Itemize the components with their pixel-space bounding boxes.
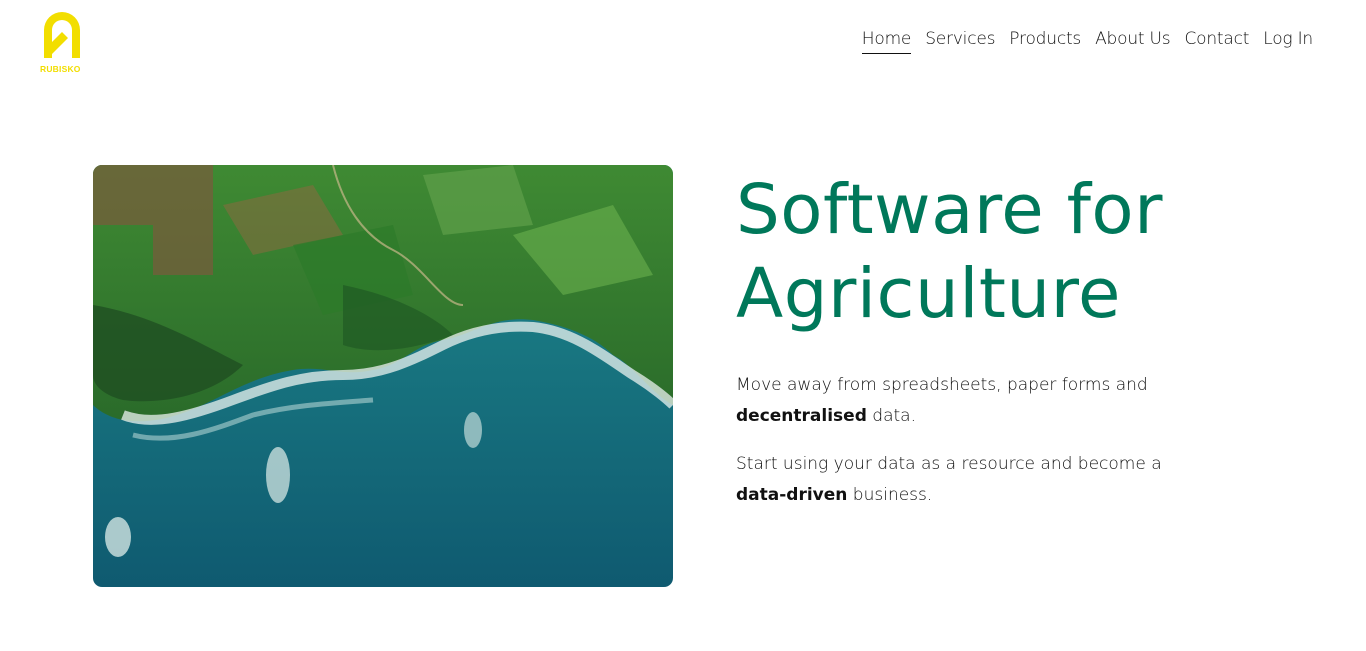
nav-products[interactable]: Products [1009, 29, 1081, 54]
nav-home[interactable]: Home [861, 29, 911, 54]
para2-text: Start using your data as a resource and … [736, 454, 1162, 474]
para1-tail: data. [872, 406, 916, 426]
rubisko-logo[interactable]: RUBISKO [38, 8, 88, 76]
para1-bold: decentralised [736, 406, 867, 426]
nav-contact[interactable]: Contact [1184, 29, 1249, 54]
nav-about-us[interactable]: About Us [1095, 29, 1171, 54]
nav-log-in[interactable]: Log In [1263, 29, 1313, 54]
hero-description: Move away from spreadsheets, paper forms… [736, 370, 1206, 528]
main-navigation: Home Services Products About Us Contact … [861, 29, 1313, 54]
logo-text: RUBISKO [40, 64, 81, 74]
hero-title: Software for Agriculture [736, 168, 1336, 336]
hero-aerial-image [93, 165, 673, 587]
nav-services[interactable]: Services [925, 29, 995, 54]
hero-paragraph-2: Start using your data as a resource and … [736, 449, 1206, 511]
hero-title-line2: Agriculture [736, 254, 1121, 334]
hero-paragraph-1: Move away from spreadsheets, paper forms… [736, 370, 1206, 432]
logo-mark-icon [44, 12, 80, 58]
para1-text: Move away from spreadsheets, paper forms… [736, 375, 1148, 395]
para2-bold: data-driven [736, 485, 848, 505]
para2-tail: business. [852, 485, 933, 505]
hero-title-line1: Software for [736, 170, 1163, 250]
